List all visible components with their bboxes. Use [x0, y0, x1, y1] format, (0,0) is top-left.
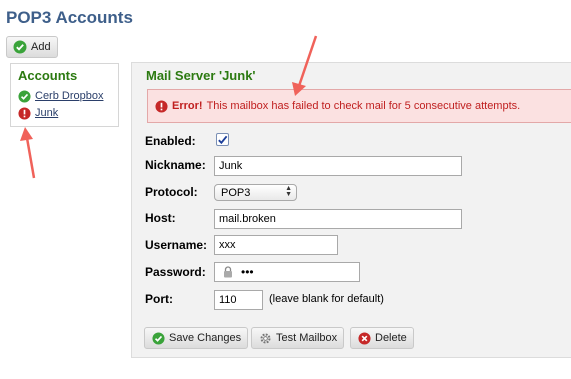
arrow-to-junk-account-icon — [20, 127, 36, 179]
arrow-to-error-icon — [292, 35, 318, 96]
annotation-arrows — [20, 35, 318, 179]
